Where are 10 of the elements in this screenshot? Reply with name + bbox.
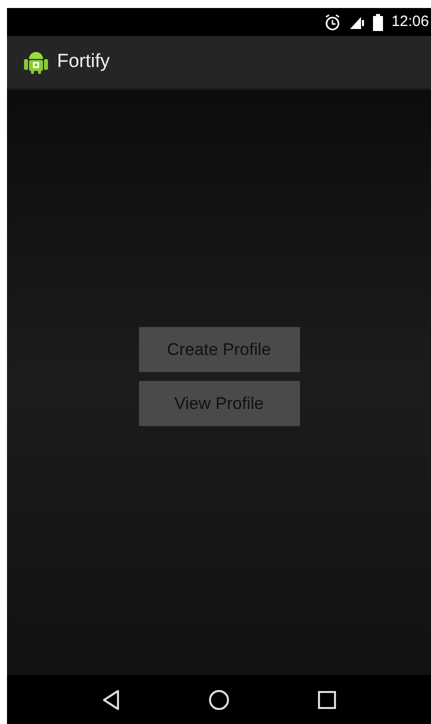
app-title: Fortify (57, 50, 110, 74)
clock-time: 12:06 (391, 12, 429, 32)
home-icon[interactable] (208, 688, 230, 710)
android-icon (23, 49, 49, 75)
alarm-icon (324, 14, 342, 30)
profile-button[interactable]: Create Profile (138, 327, 300, 372)
profile-button[interactable]: View Profile (138, 381, 300, 426)
battery-icon (373, 14, 384, 30)
back-icon[interactable] (100, 688, 121, 710)
recent-apps-icon[interactable] (317, 690, 338, 710)
